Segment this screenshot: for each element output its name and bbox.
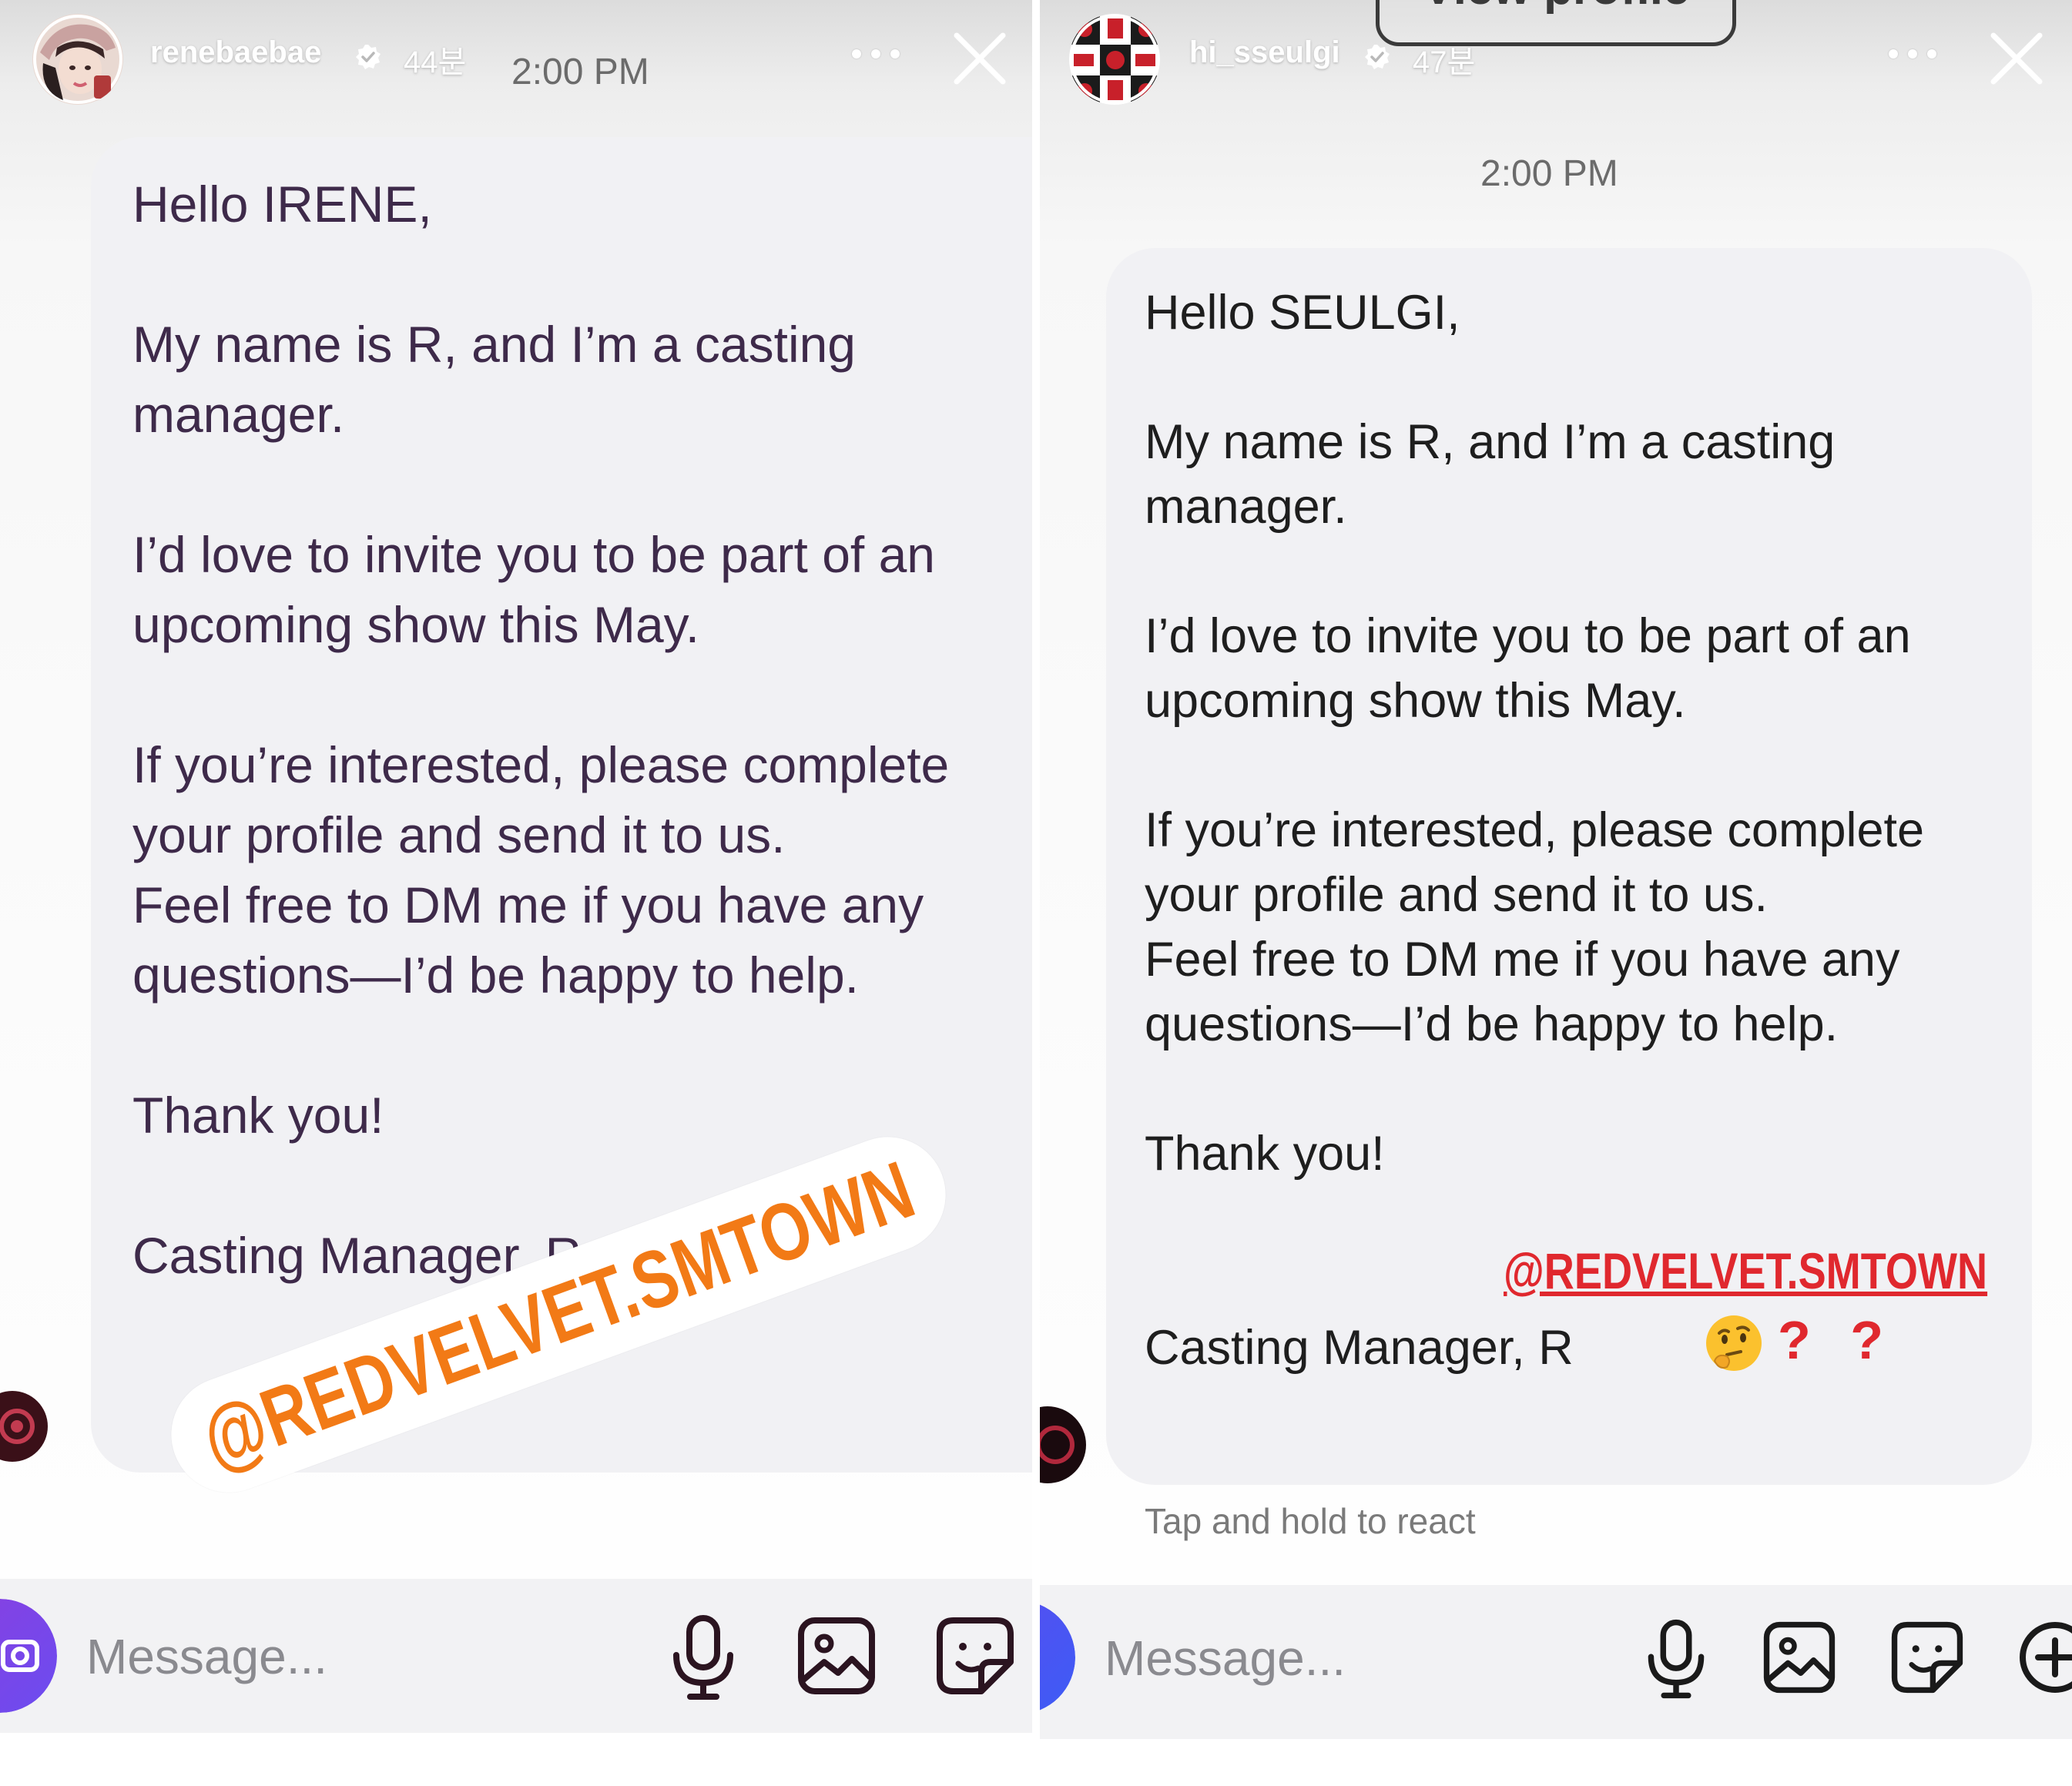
gallery-icon[interactable] <box>796 1616 877 1696</box>
more-icon-dot <box>890 49 900 59</box>
close-icon[interactable] <box>1989 31 2044 86</box>
more-icon-dot <box>871 49 880 59</box>
message-timestamp: 2:00 PM <box>511 52 649 92</box>
gallery-icon[interactable] <box>1762 1620 1836 1694</box>
question-marks: ? ? <box>1778 1310 1896 1370</box>
message-input[interactable] <box>86 1614 625 1699</box>
sticker-icon[interactable] <box>1890 1620 1964 1694</box>
more-icon-dot <box>1908 49 1917 59</box>
username[interactable]: hi_sseulgi <box>1189 35 1340 70</box>
profile-avatar[interactable] <box>1069 14 1160 105</box>
story-panel-hi-sseulgi: View profile hi_sseulgi 47분 2:00 PM <box>1040 0 2072 1786</box>
username[interactable]: renebaebae <box>150 35 321 70</box>
message-input[interactable] <box>1105 1616 1644 1701</box>
view-profile-label: View profile <box>1380 0 1732 15</box>
message-timestamp: 2:00 PM <box>1480 153 1618 194</box>
thinking-face-icon <box>1706 1315 1762 1371</box>
more-options-button[interactable] <box>852 46 900 62</box>
close-icon[interactable] <box>952 31 1008 86</box>
more-icon-dot <box>1927 49 1936 59</box>
story-age: 44분 <box>404 45 467 79</box>
more-icon-dot <box>1889 49 1898 59</box>
message-text: Hello IRENE, My name is R, and I’m a cas… <box>132 176 950 1284</box>
verified-icon <box>356 45 381 69</box>
microphone-icon[interactable] <box>1645 1617 1707 1701</box>
profile-avatar[interactable] <box>32 14 123 105</box>
panel-divider <box>1032 0 1040 1786</box>
message-text: Hello SEULGI, My name is R, and I’m a ca… <box>1145 286 1925 1375</box>
more-options-button[interactable] <box>1889 46 1936 62</box>
sticker-icon[interactable] <box>935 1616 1015 1696</box>
story-age: 47분 <box>1413 45 1476 79</box>
more-icon-dot <box>852 49 861 59</box>
add-icon[interactable] <box>2018 1620 2072 1694</box>
story-panel-renebaebae: renebaebae 44분 2:00 PM Hello IRENE, My n… <box>0 0 1032 1786</box>
react-hint: Tap and hold to react <box>1145 1501 1476 1541</box>
verified-icon <box>1365 45 1390 69</box>
mention-link[interactable]: @REDVELVET.SMTOWN <box>1504 1241 1987 1300</box>
microphone-icon[interactable] <box>670 1613 736 1701</box>
